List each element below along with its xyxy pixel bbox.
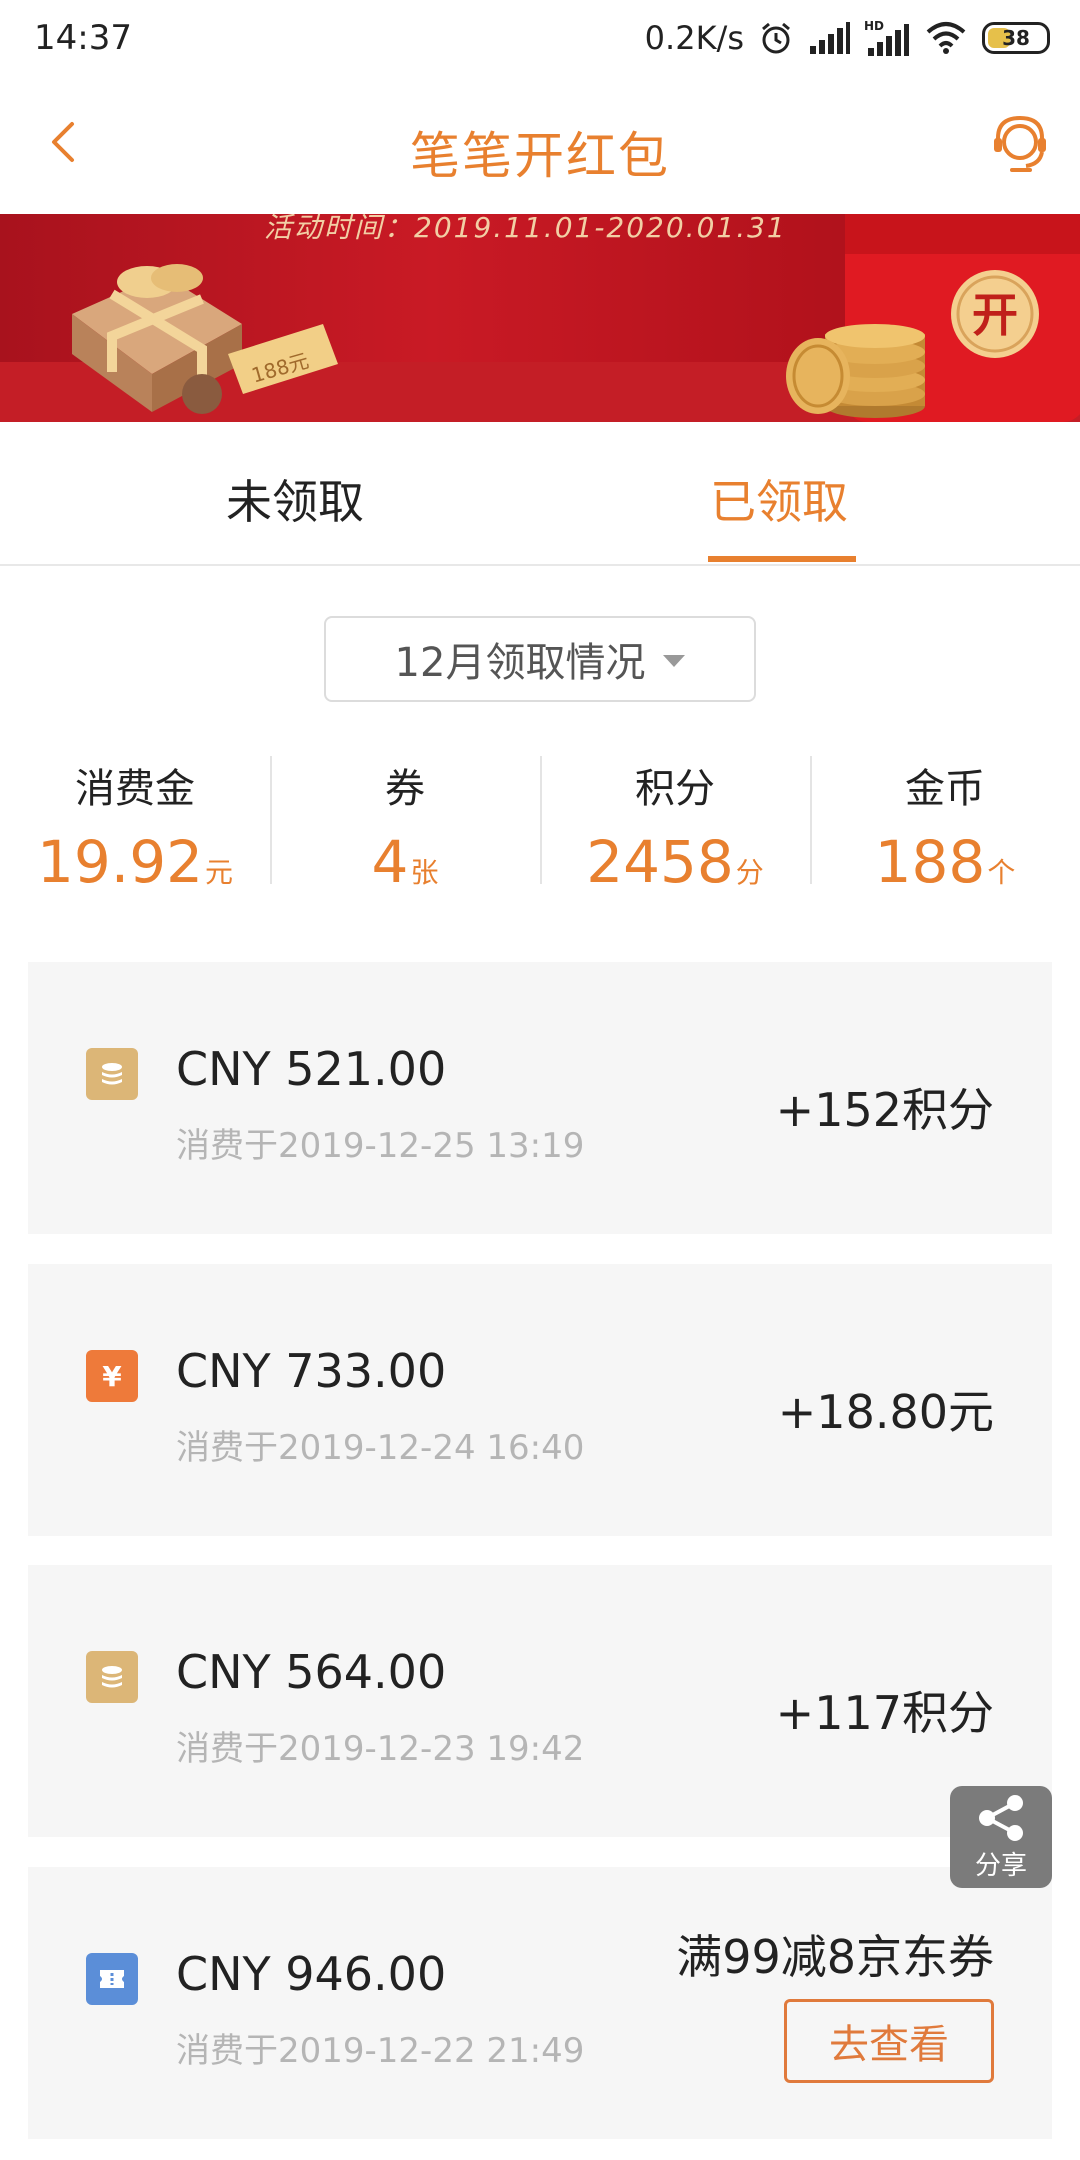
status-time: 14:37 [34,18,132,58]
battery-level: 38 [1002,26,1030,50]
caret-down-icon [663,655,686,667]
summary-unit: 张 [410,856,439,889]
list-item[interactable]: CNY 946.00 消费于2019-12-22 21:49 满99减8京东券 … [28,1867,1052,2139]
summary-label: 积分 [635,766,715,812]
summary-value: 19.92 [36,828,204,896]
tab-active-indicator [708,556,856,562]
record-reward: +18.80元 [777,1385,994,1439]
summary-unit: 元 [205,856,234,889]
tab-bar: 未领取 已领取 [0,422,1080,566]
tab-unclaimed[interactable]: 未领取 [226,466,364,532]
summary-points: 积分 2458分 [540,752,810,896]
list-item[interactable]: ¥ CNY 733.00 消费于2019-12-24 16:40 +18.80元 [28,1264,1052,1536]
yuan-icon: ¥ [86,1350,138,1402]
summary-stats: 消费金 19.92元 券 4张 积分 2458分 金币 188个 [0,752,1080,896]
status-icons: 0.2K/s HD 38 [645,16,1050,60]
record-amount: CNY 564.00 [176,1645,447,1699]
wifi-icon [926,22,966,54]
status-bar: 14:37 0.2K/s HD 38 [0,0,1080,78]
signal-icon [810,22,850,54]
summary-value: 188 [874,828,986,896]
summary-spending-credit: 消费金 19.92元 [0,752,270,896]
coins-stack-icon [786,324,925,418]
summary-coupons: 券 4张 [270,752,540,896]
record-reward: 满99减8京东券 [676,1930,994,1984]
svg-text:HD: HD [864,19,884,33]
summary-label: 券 [385,766,425,812]
list-item[interactable]: CNY 564.00 消费于2019-12-23 19:42 +117积分 [28,1565,1052,1837]
coins-icon [86,1651,138,1703]
page-title: 笔笔开红包 [410,127,670,185]
share-label: 分享 [974,1850,1027,1881]
record-date: 消费于2019-12-23 19:42 [176,1729,585,1769]
month-dropdown[interactable]: 12月领取情况 [324,616,756,702]
record-date: 消费于2019-12-25 13:19 [176,1126,585,1166]
share-icon [979,1794,1023,1841]
summary-label: 消费金 [75,766,195,812]
activity-period: 活动时间：2019.11.01-2020.01.31 [264,214,787,244]
customer-service-icon[interactable] [984,108,1056,180]
record-amount: CNY 521.00 [176,1042,447,1096]
share-button[interactable]: 分享 [950,1786,1052,1888]
header: 笔笔开红包 [0,78,1080,214]
record-date: 消费于2019-12-22 21:49 [176,2031,585,2071]
record-amount: CNY 733.00 [176,1344,447,1398]
summary-label: 金币 [905,766,985,812]
view-coupon-button[interactable]: 去查看 [784,1999,994,2083]
record-reward: +152积分 [775,1083,994,1137]
record-reward: +117积分 [775,1686,994,1740]
coupon-tag-icon: 188元 [228,324,338,394]
battery-icon: 38 [982,22,1050,54]
summary-value: 2458 [586,828,734,896]
summary-gold-coins: 金币 188个 [810,752,1080,896]
hd-signal-icon: HD [864,19,909,56]
summary-value: 4 [371,828,409,896]
month-dropdown-label: 12月领取情况 [394,640,646,686]
summary-unit: 个 [987,856,1016,889]
list-item[interactable]: CNY 521.00 消费于2019-12-25 13:19 +152积分 [28,962,1052,1234]
tab-claimed[interactable]: 已领取 [710,466,848,532]
record-amount: CNY 946.00 [176,1947,447,2001]
promo-banner[interactable]: 活动时间：2019.11.01-2020.01.31 188元 开 [0,214,1080,422]
coins-icon [86,1048,138,1100]
record-date: 消费于2019-12-24 16:40 [176,1428,585,1468]
network-speed: 0.2K/s [644,19,744,57]
summary-unit: 分 [735,856,764,889]
svg-text:开: 开 [972,288,1018,342]
alarm-icon [762,22,790,54]
ticket-icon [86,1953,138,2005]
